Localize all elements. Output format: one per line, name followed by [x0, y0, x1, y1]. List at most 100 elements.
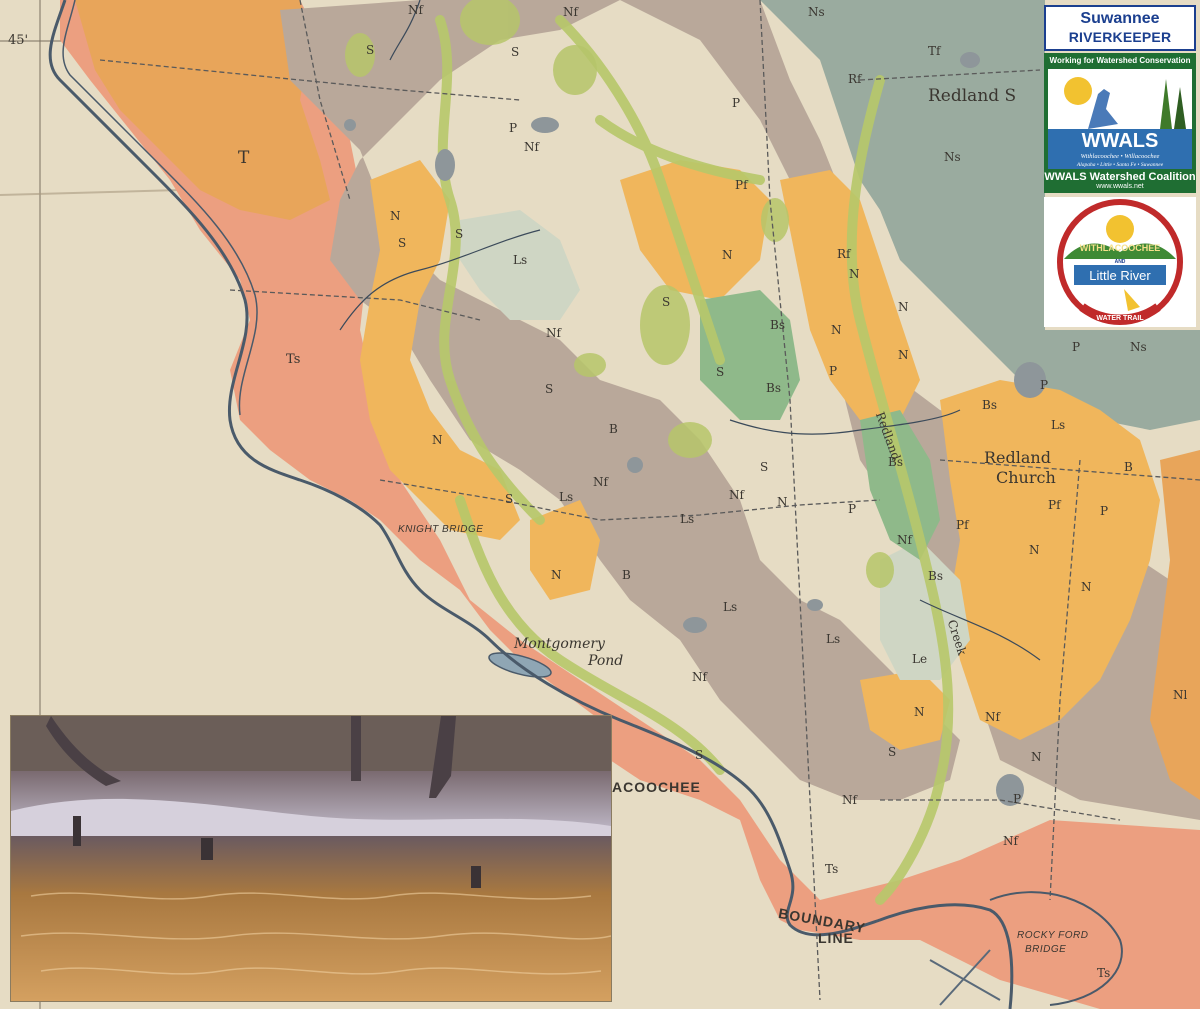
- formation-label-ls-4: Ls: [723, 600, 738, 614]
- formation-label-n-5: N: [831, 323, 842, 337]
- formation-label-ls-1: Ls: [513, 253, 528, 267]
- formation-label-ts: Ts: [286, 352, 301, 367]
- formation-label-s-2: S: [511, 45, 520, 59]
- wwals-wordmark: WWALS: [1082, 130, 1159, 152]
- formation-label-p-1: P: [509, 121, 518, 135]
- formation-label-n-13: N: [777, 495, 788, 509]
- formation-label-t: T: [238, 148, 250, 168]
- formation-label-p-7: P: [1040, 378, 1049, 392]
- formation-label-nf-10: Nf: [1003, 834, 1018, 848]
- formation-label-tf: Tf: [928, 44, 941, 58]
- formation-label-s-7: S: [545, 382, 554, 396]
- formation-label-s-6: S: [716, 365, 725, 379]
- place-montgomery-pond-line2: Pond: [588, 653, 624, 669]
- formation-label-rf-2: Rf: [837, 247, 851, 261]
- formation-label-n-12: N: [1031, 750, 1042, 764]
- formation-label-n-6: N: [898, 300, 909, 314]
- formation-label-pf-2: Pf: [1048, 498, 1061, 512]
- formation-label-n-2: N: [432, 433, 443, 447]
- trail-and-text: AND: [1115, 259, 1126, 265]
- place-redland-church-line2: Church: [996, 468, 1056, 487]
- place-rocky-ford-line2: BRIDGE: [1025, 944, 1067, 955]
- formation-label-ls-3: Ls: [680, 512, 695, 526]
- wwals-rivers-line1: Withlacoochee • Willacoochee: [1081, 153, 1160, 160]
- formation-label-rf-1: Rf: [848, 72, 862, 86]
- formation-label-b-1: B: [609, 422, 618, 436]
- formation-label-n-8: N: [551, 568, 562, 582]
- sun-icon: [1106, 215, 1134, 243]
- formation-label-nf-9: Nf: [985, 710, 1000, 724]
- river-photo: [11, 716, 611, 1001]
- trail-top-text: WITHLACOOCHEE: [1080, 243, 1161, 253]
- formation-label-p-4: P: [1100, 504, 1109, 518]
- formation-label-nf-1: Nf: [408, 3, 423, 17]
- wwals-tagline: Working for Watershed Conservation: [1049, 56, 1191, 65]
- formation-label-n-1: N: [390, 209, 401, 223]
- suwannee-riverkeeper-logo[interactable]: Suwannee RIVERKEEPER: [1044, 5, 1196, 51]
- formation-label-s-8: S: [505, 492, 514, 506]
- place-redland-church-line1: Redland: [984, 448, 1051, 467]
- trail-bottom-text-band: WATER TRAIL: [1096, 315, 1144, 322]
- riverkeeper-line1: Suwannee: [1080, 10, 1160, 27]
- formation-label-b-3: B: [1124, 460, 1133, 474]
- map-stage: 45' T Ts Ts Ts Nf Nf Nf Nf Nf Nf Nf Nf N…: [0, 0, 1200, 1009]
- formation-label-bs-1: Bs: [770, 318, 785, 332]
- place-river-name: ACOOCHEE: [612, 779, 701, 795]
- formation-label-ls-5: Ls: [1051, 418, 1066, 432]
- formation-label-nl: Nl: [1173, 688, 1188, 702]
- place-rocky-ford-line1: ROCKY FORD: [1017, 930, 1089, 941]
- riverkeeper-line2: RIVERKEEPER: [1068, 29, 1172, 45]
- sun-icon: [1064, 77, 1092, 105]
- water-trail-logo[interactable]: WITHLACOOCHEE AND Little River WATER TRA…: [1044, 197, 1196, 327]
- formation-label-bs-5: Bs: [928, 569, 943, 583]
- river-photo-inset: [10, 715, 612, 1002]
- latitude-label: 45': [8, 33, 29, 48]
- formation-label-p-2: P: [732, 96, 741, 110]
- formation-label-n-10: N: [1081, 580, 1092, 594]
- logo-column: Suwannee RIVERKEEPER Working for Watersh…: [1044, 5, 1196, 327]
- place-knight-bridge: KNIGHT BRIDGE: [398, 524, 484, 535]
- formation-label-n-11: N: [914, 705, 925, 719]
- formation-label-bs-2: Bs: [766, 381, 781, 395]
- wwals-rivers-line2: Alapaha • Little • Santa Fe • Suwannee: [1076, 162, 1164, 168]
- formation-label-bs-4: Bs: [982, 398, 997, 412]
- formation-label-s-10: S: [695, 748, 704, 762]
- formation-label-n-9: N: [1029, 543, 1040, 557]
- place-montgomery-pond-line1: Montgomery: [514, 636, 605, 652]
- formation-label-ns-3: Ns: [1130, 340, 1147, 354]
- formation-label-nf-11: Nf: [842, 793, 857, 807]
- formation-label-n-7: N: [898, 348, 909, 362]
- formation-label-nf-3: Nf: [524, 140, 539, 154]
- trail-middle-text: Little River: [1089, 268, 1151, 283]
- formation-label-s-5: S: [662, 295, 671, 309]
- formation-label-nf-6: Nf: [729, 488, 744, 502]
- wwals-coalition-name: WWALS Watershed Coalition: [1044, 171, 1196, 183]
- formation-label-n-4: N: [849, 267, 860, 281]
- formation-label-b-2: B: [622, 568, 631, 582]
- formation-label-le: Le: [912, 652, 928, 666]
- formation-label-ls-6: Ls: [826, 632, 841, 646]
- formation-label-pf-3: Pf: [956, 518, 969, 532]
- formation-label-p-8: P: [848, 502, 857, 516]
- formation-label-n-3: N: [722, 248, 733, 262]
- formation-label-s-4: S: [455, 227, 464, 241]
- place-boundary-line2: LINE: [818, 930, 854, 946]
- formation-label-p-5: P: [1072, 340, 1081, 354]
- wwals-url[interactable]: www.wwals.net: [1044, 183, 1196, 190]
- formation-label-s-3: S: [398, 236, 407, 250]
- formation-label-nf-7: Nf: [897, 533, 912, 547]
- photo-water: [11, 836, 611, 1001]
- formation-label-s-9: S: [760, 460, 769, 474]
- formation-label-s-11: S: [888, 745, 897, 759]
- formation-label-nf-4: Nf: [546, 326, 561, 340]
- formation-label-ts-east: Ts: [1097, 966, 1111, 980]
- formation-label-p-6: P: [1013, 792, 1022, 806]
- formation-label-nf-8: Nf: [692, 670, 707, 684]
- place-redland-s: Redland S: [928, 86, 1017, 106]
- formation-label-p-3: P: [829, 364, 838, 378]
- wwals-footer: WWALS Watershed Coalition www.wwals.net: [1044, 171, 1196, 190]
- formation-label-ns-2: Ns: [944, 150, 961, 164]
- wwals-logo[interactable]: Working for Watershed Conservation WWALS…: [1044, 53, 1196, 193]
- formation-label-ls-2: Ls: [559, 490, 574, 504]
- formation-label-s-1: S: [366, 43, 375, 57]
